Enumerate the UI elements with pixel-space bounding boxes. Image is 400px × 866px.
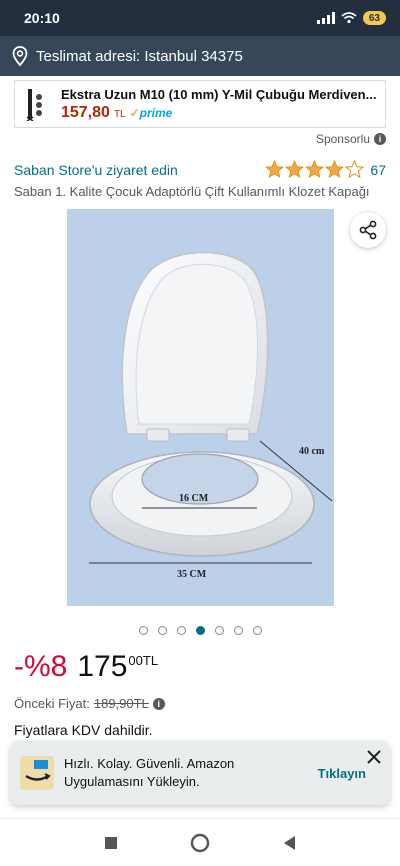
star-icon	[325, 160, 345, 178]
prime-badge: ✓prime	[129, 105, 173, 120]
app-install-banner[interactable]: Hızlı. Kolay. Güvenli. Amazon Uygulaması…	[10, 741, 390, 805]
gallery-dot[interactable]	[214, 626, 224, 635]
ad-title: Ekstra Uzun M10 (10 mm) Y-Mil Çubuğu Mer…	[61, 86, 377, 102]
star-empty-icon	[345, 160, 365, 179]
previous-price-value: 189,90TL	[93, 696, 149, 711]
gallery-dot[interactable]	[157, 626, 167, 635]
system-nav-bar	[0, 818, 400, 866]
rating-count: 67	[370, 161, 386, 178]
ad-thumbnail	[23, 86, 51, 122]
star-icon	[285, 160, 305, 178]
amazon-app-icon	[20, 756, 54, 790]
gallery-dot-active[interactable]	[195, 626, 205, 635]
back-icon[interactable]	[282, 835, 296, 851]
sponsored-ad[interactable]: Ekstra Uzun M10 (10 mm) Y-Mil Çubuğu Mer…	[14, 80, 386, 128]
banner-text: Hızlı. Kolay. Güvenli. Amazon Uygulaması…	[64, 756, 235, 789]
share-button[interactable]	[350, 212, 386, 248]
previous-price: Önceki Fiyat: 189,90TL i	[14, 696, 165, 711]
ad-currency: TL	[113, 108, 126, 120]
discount-label: -%8	[14, 650, 68, 683]
price-row: -%8 17500TL	[14, 650, 158, 684]
price-main: 17500TL	[77, 650, 159, 683]
location-pin-icon	[12, 46, 28, 66]
store-link[interactable]: Saban Store'u ziyaret edin	[14, 162, 178, 178]
info-icon[interactable]: i	[152, 697, 165, 710]
star-icon	[305, 160, 325, 178]
product-image[interactable]: 40 cm 16 CM 35 CM	[67, 209, 334, 606]
delivery-address-bar[interactable]: Teslimat adresi: Istanbul 34375	[0, 36, 400, 76]
recents-icon[interactable]	[104, 836, 118, 850]
dim-height-label: 40 cm	[299, 446, 325, 457]
home-icon[interactable]	[190, 833, 210, 853]
close-icon[interactable]	[366, 749, 382, 765]
gallery-dot[interactable]	[252, 626, 262, 635]
price-currency: TL	[142, 653, 159, 668]
gallery-indicator	[0, 626, 400, 635]
gallery-dot[interactable]	[176, 626, 186, 635]
dim-width-label: 35 CM	[177, 569, 207, 580]
banner-cta-button[interactable]: Tıklayın	[318, 766, 366, 781]
share-icon	[359, 220, 377, 240]
sponsored-label[interactable]: Sponsorlu i	[316, 132, 386, 146]
product-title: Saban 1. Kalite Çocuk Adaptörlü Çift Kul…	[14, 184, 370, 199]
status-time: 20:10	[24, 10, 60, 26]
vat-note: Fiyatlara KDV dahildir.	[14, 722, 153, 738]
gallery-dot[interactable]	[233, 626, 243, 635]
signal-icon	[316, 12, 335, 24]
status-bar: 20:10 63	[0, 0, 400, 36]
delivery-address-label: Teslimat adresi: Istanbul 34375	[36, 47, 243, 65]
ad-price: 157,80	[61, 103, 110, 121]
info-icon: i	[374, 133, 386, 145]
gallery-dot[interactable]	[138, 626, 148, 635]
battery-badge: 63	[362, 11, 386, 25]
rating[interactable]: 67	[265, 160, 386, 179]
star-icon	[265, 160, 285, 178]
wifi-icon	[341, 12, 357, 24]
price-fraction: 00	[128, 653, 143, 668]
dim-inner-label: 16 CM	[179, 493, 209, 504]
status-icons: 63	[316, 11, 386, 25]
star-rating	[265, 160, 365, 179]
